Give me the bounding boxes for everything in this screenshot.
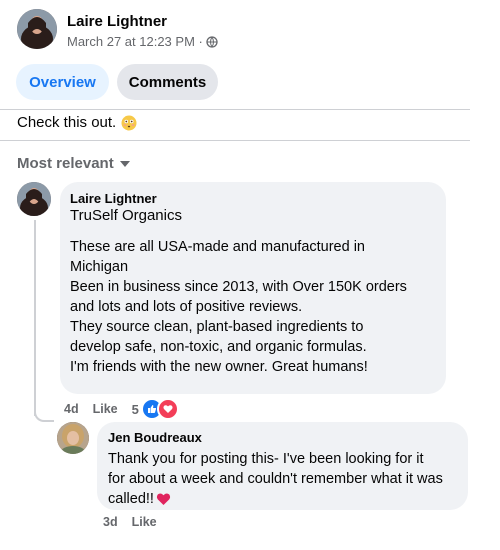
post-body: Check this out. xyxy=(17,114,117,131)
comment-line: Been in business since 2013, with Over 1… xyxy=(70,279,407,295)
comment-body: Thank you for posting this- I've been lo… xyxy=(108,449,463,509)
comment-body: These are all USA-made and manufactured … xyxy=(70,237,440,377)
reaction-summary[interactable]: 5 xyxy=(132,398,179,420)
comment-line: for about a week and couldn't remember w… xyxy=(108,471,443,487)
comment-age[interactable]: 3d xyxy=(103,515,118,529)
like-button[interactable]: Like xyxy=(132,515,157,529)
post-text: Check this out. xyxy=(17,114,137,131)
like-button[interactable]: Like xyxy=(93,402,118,416)
red-heart-icon xyxy=(156,493,171,506)
comment-actions: 4d Like 5 xyxy=(64,398,179,420)
comment-line: Thank you for posting this- I've been lo… xyxy=(108,451,424,467)
thread-connector xyxy=(34,400,54,422)
sort-dropdown[interactable]: Most relevant xyxy=(17,155,130,172)
chevron-down-icon xyxy=(119,160,130,167)
comment-line: I'm friends with the new owner. Great hu… xyxy=(70,359,368,375)
thread-line xyxy=(34,220,36,416)
divider xyxy=(0,140,470,141)
comment-line: They source clean, plant-based ingredien… xyxy=(70,319,364,335)
commenter-avatar[interactable] xyxy=(57,422,89,454)
author-avatar[interactable] xyxy=(17,9,57,49)
divider xyxy=(0,109,470,110)
comment-line-last: called!! xyxy=(108,489,463,509)
commenter-avatar[interactable] xyxy=(17,182,51,216)
comment-line: develop safe, non-toxic, and organic for… xyxy=(70,339,367,355)
comment-age[interactable]: 4d xyxy=(64,402,79,416)
post-timestamp[interactable]: March 27 at 12:23 PM · xyxy=(67,34,203,49)
tab-comments[interactable]: Comments xyxy=(117,64,218,100)
reaction-count: 5 xyxy=(131,401,139,417)
flushed-emoji-icon xyxy=(121,115,137,130)
post-author-name[interactable]: Laire Lightner xyxy=(67,13,167,30)
comment-line: These are all USA-made and manufactured … xyxy=(70,239,365,255)
comment-line: Michigan xyxy=(70,259,129,275)
comment-line: called!! xyxy=(108,491,154,507)
sort-label: Most relevant xyxy=(17,155,114,172)
comment-author-name[interactable]: Laire Lightner xyxy=(70,191,157,206)
post-meta: March 27 at 12:23 PM · xyxy=(67,34,218,49)
comment-subtitle: TruSelf Organics xyxy=(70,207,182,224)
comment-line: and lots and lots of positive reviews. xyxy=(70,299,303,315)
comment-author-name[interactable]: Jen Boudreaux xyxy=(108,430,202,445)
love-reaction-icon xyxy=(156,398,179,420)
comment-actions: 3d Like xyxy=(103,515,157,529)
tab-overview[interactable]: Overview xyxy=(16,64,109,100)
globe-icon xyxy=(206,35,218,48)
